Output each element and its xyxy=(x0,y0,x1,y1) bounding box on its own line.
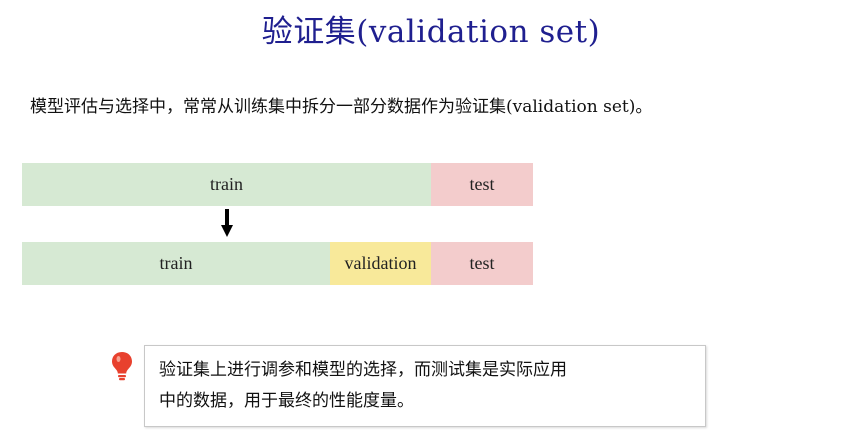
note-line-1: 验证集上进行调参和模型的选择，而测试集是实际应用 xyxy=(159,360,567,380)
intro-text: 模型评估与选择中，常常从训练集中拆分一部分数据作为验证集(validation … xyxy=(30,97,653,117)
split-before-bar: train test xyxy=(22,163,533,206)
validation-segment: validation xyxy=(330,242,431,285)
train-segment: train xyxy=(22,163,431,206)
test-segment: test xyxy=(431,242,533,285)
slide-title: 验证集(validation set) xyxy=(261,14,601,50)
note-line-2: 中的数据，用于最终的性能度量。 xyxy=(159,391,414,411)
down-arrow-icon xyxy=(221,209,233,237)
note-box: 验证集上进行调参和模型的选择，而测试集是实际应用 中的数据，用于最终的性能度量。 xyxy=(144,345,706,427)
train-segment: train xyxy=(22,242,330,285)
test-segment: test xyxy=(431,163,533,206)
lightbulb-icon xyxy=(112,352,132,381)
split-after-bar: train validation test xyxy=(22,242,533,285)
